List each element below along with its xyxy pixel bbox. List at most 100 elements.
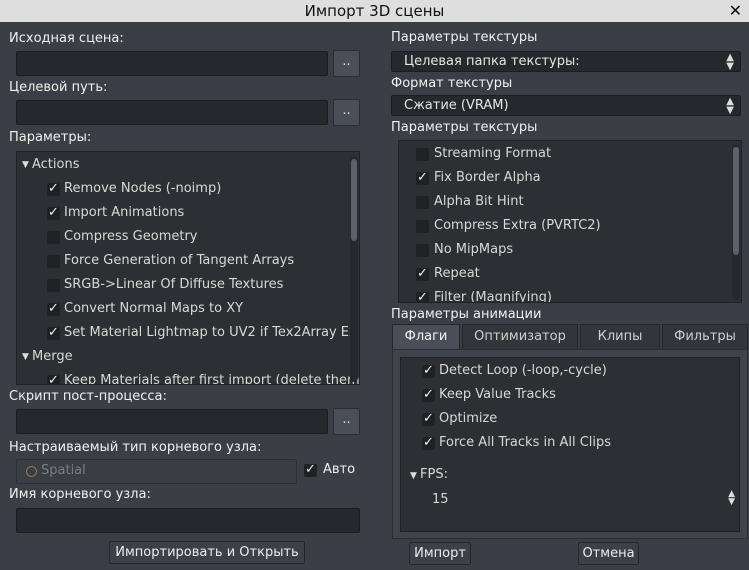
list-item[interactable]: Compress Extra (PVRTC2): [399, 214, 729, 238]
check-icon: ✓: [48, 373, 59, 385]
list-item[interactable]: No MipMaps: [399, 238, 729, 262]
texture-flags-list[interactable]: Streaming Format ✓ Fix Border Alpha Alpha B…: [398, 140, 742, 303]
list-item[interactable]: Alpha Bit Hint: [399, 190, 729, 214]
list-item[interactable]: SRGB->Linear Of Diffuse Textures: [17, 273, 347, 297]
anim-tabs: Флаги Оптимизатор Клипы Фильтры: [392, 324, 748, 350]
checkbox[interactable]: [47, 279, 60, 292]
list-item-label: No MipMaps: [434, 242, 514, 257]
fps-collapse-icon[interactable]: ▼: [410, 471, 417, 481]
list-item-label: Optimize: [439, 411, 498, 426]
checkbox[interactable]: [416, 220, 429, 233]
checkbox[interactable]: [47, 231, 60, 244]
source-scene-browse-button[interactable]: ..: [333, 50, 360, 77]
check-icon: ✓: [423, 387, 434, 402]
list-item[interactable]: ✓ Set Material Lightmap to UV2 if Tex2Arr…: [17, 321, 357, 345]
fps-spinbox[interactable]: 15 ▲ ▼: [419, 489, 735, 511]
list-item-label: Keep Value Tracks: [439, 387, 556, 402]
list-item-label: Repeat: [434, 266, 480, 281]
check-icon: ✓: [48, 205, 59, 220]
texture-flags-label: Параметры текстуры: [391, 120, 538, 135]
texture-format-select[interactable]: Сжатие (VRAM) ▲ ▼: [391, 95, 741, 116]
tab-filters[interactable]: Фильтры: [662, 324, 748, 350]
fps-value: 15: [432, 492, 449, 507]
params-scrollbar[interactable]: [350, 157, 358, 382]
texture-flags-scrollbar[interactable]: [732, 145, 740, 300]
cancel-button[interactable]: Отмена: [578, 542, 639, 565]
texture-flags-scroll-thumb[interactable]: [733, 147, 739, 255]
check-icon: ✓: [417, 170, 428, 185]
target-path-label: Целевой путь:: [9, 80, 108, 95]
list-item[interactable]: ✓ Optimize: [401, 407, 731, 431]
params-scroll-thumb[interactable]: [351, 159, 357, 241]
params-tree[interactable]: ▼ Actions ✓ Remove Nodes (-noimp) ✓ Import An…: [16, 151, 360, 385]
checkbox[interactable]: [47, 255, 60, 268]
post-script-input[interactable]: [16, 409, 328, 434]
root-type-input[interactable]: Spatial: [16, 459, 297, 484]
select-arrows-icon: ▲ ▼: [726, 52, 734, 72]
list-item-label: Force All Tracks in All Clips: [439, 435, 612, 450]
check-icon: ✓: [48, 181, 59, 196]
auto-check-icon: ✓: [305, 462, 316, 477]
list-item[interactable]: ✓ Filter (Magnifying): [399, 286, 729, 303]
collapse-icon[interactable]: ▼: [22, 153, 29, 177]
root-name-input[interactable]: [16, 508, 360, 533]
root-name-label: Имя корневого узла:: [9, 487, 151, 502]
check-icon: ✓: [417, 266, 428, 281]
import-open-button[interactable]: Импортировать и Открыть: [109, 541, 305, 564]
list-item[interactable]: Force Generation of Tangent Arrays: [17, 249, 347, 273]
tab-flags[interactable]: Флаги: [392, 324, 460, 350]
source-scene-label: Исходная сцена:: [9, 31, 124, 46]
list-item-label: Keep Materials after first import (delet…: [64, 373, 360, 385]
root-type-label: Настраиваемый тип корневого узла:: [9, 440, 262, 455]
post-script-browse-button[interactable]: ..: [333, 408, 360, 435]
list-item[interactable]: Streaming Format: [399, 142, 729, 166]
tab-optimizer[interactable]: Оптимизатор: [462, 324, 578, 350]
import-button[interactable]: Импорт: [409, 542, 471, 565]
tab-clips[interactable]: Клипы: [580, 324, 660, 350]
source-scene-input[interactable]: [16, 51, 328, 76]
tree-group[interactable]: ▼ Merge: [17, 345, 347, 369]
check-icon: ✓: [48, 325, 59, 340]
texture-target-select[interactable]: Целевая папка текстуры: ▲ ▼: [391, 51, 741, 72]
params-label: Параметры:: [9, 130, 92, 145]
target-path-browse-button[interactable]: ..: [333, 99, 360, 126]
collapse-icon[interactable]: ▼: [22, 345, 29, 369]
target-path-input[interactable]: [16, 100, 328, 125]
texture-params-label: Параметры текстуры: [391, 30, 538, 45]
list-item[interactable]: ✓ Remove Nodes (-noimp): [17, 177, 347, 201]
list-item[interactable]: ✓ Force All Tracks in All Clips: [401, 431, 731, 455]
list-item[interactable]: ✓ Repeat: [399, 262, 729, 286]
texture-format-label: Формат текстуры: [391, 76, 513, 91]
list-item-label: Set Material Lightmap to UV2 if Tex2Arra…: [64, 325, 357, 340]
select-arrows-icon: ▲ ▼: [726, 96, 734, 116]
list-item[interactable]: Compress Geometry: [17, 225, 347, 249]
list-item[interactable]: ✓ Detect Loop (-loop,-cycle): [401, 359, 731, 383]
checkbox[interactable]: [416, 148, 429, 161]
list-item[interactable]: ✓ Fix Border Alpha: [399, 166, 729, 190]
list-item[interactable]: ✓ Keep Value Tracks: [401, 383, 731, 407]
fps-label: FPS:: [420, 467, 448, 482]
list-item[interactable]: ✓ Keep Materials after first import (dele…: [17, 369, 359, 385]
tree-group[interactable]: ▼ Actions: [17, 153, 347, 177]
post-script-label: Скрипт пост-процесса:: [9, 389, 167, 404]
spin-arrows-icon[interactable]: ▲ ▼: [728, 490, 735, 507]
checkbox[interactable]: [416, 196, 429, 209]
list-item-label: Import Animations: [64, 205, 185, 220]
tree-group-label: Actions: [32, 157, 80, 172]
list-item[interactable]: ✓ Import Animations: [17, 201, 347, 225]
checkbox[interactable]: [416, 244, 429, 257]
auto-label: Авто: [323, 462, 356, 477]
anim-params-label: Параметры анимации: [391, 307, 542, 322]
list-item[interactable]: ✓ Convert Normal Maps to XY: [17, 297, 347, 321]
list-item-label: Force Generation of Tangent Arrays: [64, 253, 295, 268]
close-icon[interactable]: ✕: [729, 0, 742, 22]
window-title: Импорт 3D сцены: [304, 2, 445, 20]
list-item-label: SRGB->Linear Of Diffuse Textures: [64, 277, 284, 292]
check-icon: ✓: [423, 435, 434, 450]
list-item-label: Detect Loop (-loop,-cycle): [439, 363, 607, 378]
check-icon: ✓: [417, 290, 428, 303]
list-item-label: Remove Nodes (-noimp): [64, 181, 222, 196]
list-item-label: Alpha Bit Hint: [434, 194, 524, 209]
anim-flags-list[interactable]: ✓ Detect Loop (-loop,-cycle) ✓ Keep Value T…: [400, 357, 740, 532]
list-item-label: Filter (Magnifying): [434, 290, 552, 303]
